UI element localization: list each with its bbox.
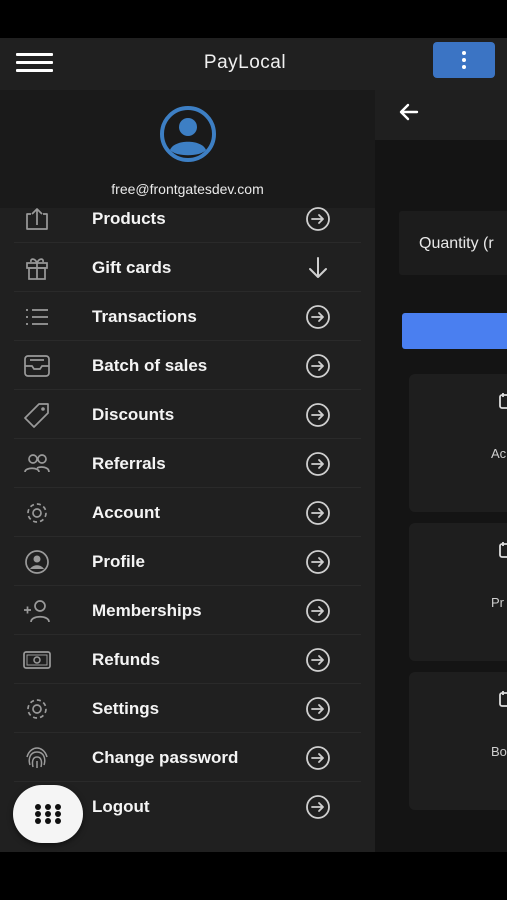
menu-item-label: Gift cards <box>92 258 172 277</box>
arrow-right-circle-icon <box>306 354 330 378</box>
navigation-drawer: free@frontgatesdev.com Products Gift car… <box>0 90 375 852</box>
menu-item-label: Memberships <box>92 601 202 620</box>
option-card-text: Pr <box>491 595 504 610</box>
arrow-right-circle-icon <box>306 207 330 231</box>
menu-item-batch-of-sales[interactable]: Batch of sales <box>0 341 375 390</box>
inbox-tray-icon <box>24 355 50 377</box>
fingerprint-icon <box>26 747 48 768</box>
menu-item-transactions[interactable]: Transactions <box>0 292 375 341</box>
system-navigation-bar <box>0 852 507 900</box>
calendar-icon <box>499 542 507 558</box>
menu-item-label: Account <box>92 503 160 522</box>
menu-item-label: Logout <box>92 797 150 816</box>
menu-item-label: Referrals <box>92 454 166 473</box>
menu-item-account[interactable]: Account <box>0 488 375 537</box>
menu-item-products[interactable]: Products <box>0 194 375 243</box>
menu-item-label: Transactions <box>92 307 197 326</box>
keypad-fab-button[interactable] <box>13 785 83 843</box>
option-card-text: Bo <box>491 744 507 759</box>
gift-icon <box>26 258 48 280</box>
more-options-button[interactable] <box>433 42 495 78</box>
menu-item-label: Products <box>92 209 166 228</box>
menu-item-settings[interactable]: Settings <box>0 684 375 733</box>
menu-item-discounts[interactable]: Discounts <box>0 390 375 439</box>
option-card-text: Ac <box>491 446 507 461</box>
arrow-right-circle-icon <box>306 599 330 623</box>
person-add-icon <box>24 600 50 623</box>
quantity-field[interactable]: Quantity (r <box>399 211 507 275</box>
cash-icon <box>23 651 51 669</box>
status-bar <box>0 0 507 38</box>
calendar-icon <box>499 393 507 409</box>
menu-item-label: Discounts <box>92 405 175 424</box>
arrow-right-circle-icon <box>306 746 330 770</box>
arrow-right-circle-icon <box>306 501 330 525</box>
tag-icon <box>24 403 49 428</box>
arrow-down-icon <box>309 257 327 278</box>
person-circle-icon <box>25 550 49 574</box>
gear-icon <box>27 699 47 719</box>
background-toolbar <box>375 90 507 140</box>
list-icon <box>26 309 48 325</box>
menu-item-label: Profile <box>92 552 145 571</box>
arrow-right-circle-icon <box>306 452 330 476</box>
back-arrow-icon[interactable] <box>397 100 421 124</box>
arrow-right-circle-icon <box>306 697 330 721</box>
drawer-header: free@frontgatesdev.com <box>0 90 375 208</box>
menu-item-label: Change password <box>92 748 239 767</box>
menu-item-gift-cards[interactable]: Gift cards <box>0 243 375 292</box>
menu-item-change-password[interactable]: Change password <box>0 733 375 782</box>
quantity-label: Quantity (r <box>419 235 494 252</box>
menu-item-label: Settings <box>92 699 160 718</box>
menu-item-refunds[interactable]: Refunds <box>0 635 375 684</box>
avatar-icon[interactable] <box>155 106 221 162</box>
gear-icon <box>27 503 47 523</box>
menu-item-label: Batch of sales <box>92 356 208 375</box>
calendar-icon <box>499 691 507 707</box>
app-title: PayLocal <box>203 52 287 73</box>
menu-item-label: Refunds <box>92 650 160 669</box>
arrow-right-circle-icon <box>306 550 330 574</box>
arrow-right-circle-icon <box>306 305 330 329</box>
arrow-right-circle-icon <box>306 648 330 672</box>
people-icon <box>24 454 50 473</box>
option-card[interactable]: Pr <box>409 523 507 661</box>
arrow-right-circle-icon <box>306 403 330 427</box>
option-card[interactable]: Ac <box>409 374 507 512</box>
option-card[interactable]: Bo <box>409 672 507 810</box>
app-bar: PayLocal <box>0 38 507 90</box>
background-screen: Quantity (r Ac Pr Bo <box>375 90 507 852</box>
keypad-grid-icon <box>35 804 61 824</box>
menu-item-referrals[interactable]: Referrals <box>0 439 375 488</box>
upload-tray-icon <box>26 208 48 230</box>
menu-item-profile[interactable]: Profile <box>0 537 375 586</box>
menu-item-memberships[interactable]: Memberships <box>0 586 375 635</box>
arrow-right-circle-icon <box>306 795 330 819</box>
primary-action-button[interactable] <box>402 313 507 349</box>
